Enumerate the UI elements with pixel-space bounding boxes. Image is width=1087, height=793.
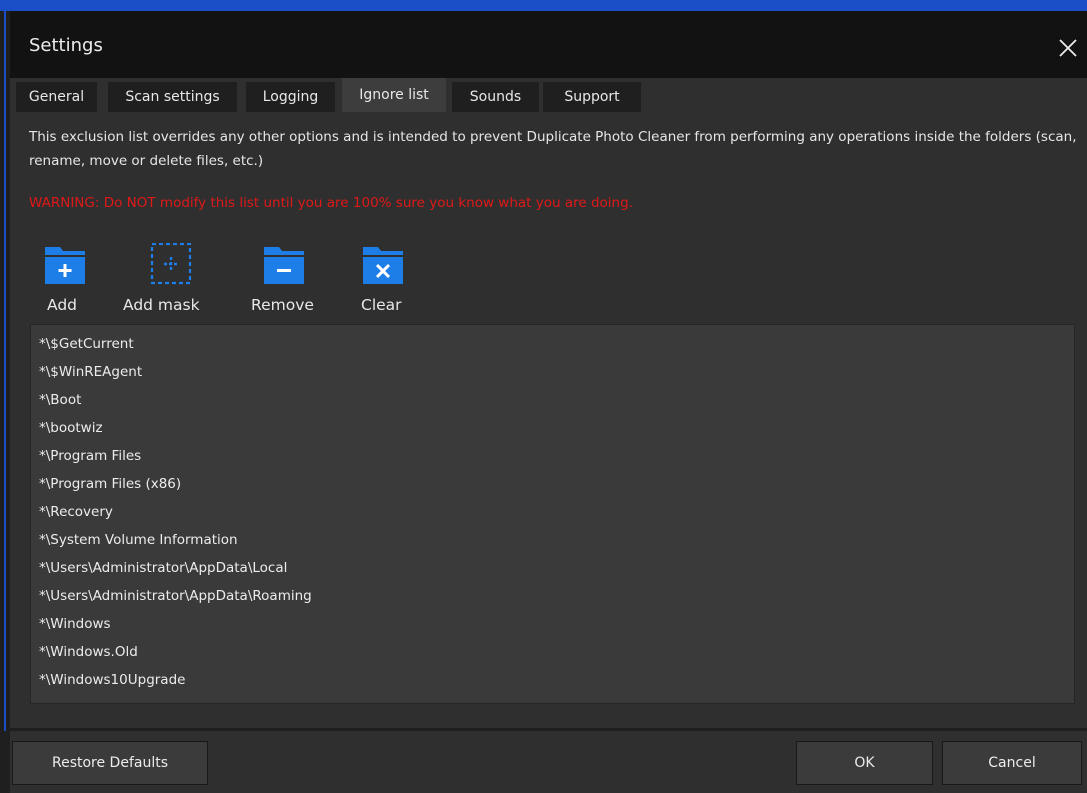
window-title: Settings	[29, 35, 103, 56]
clear-button[interactable]: Clear	[356, 238, 412, 320]
list-item[interactable]: *\$WinREAgent	[39, 363, 142, 381]
remove-button[interactable]: Remove	[248, 238, 328, 320]
folder-add-mask-icon	[150, 243, 192, 285]
ignore-list-description: This exclusion list overrides any other …	[29, 129, 1077, 169]
tab-ignore-list[interactable]: Ignore list	[342, 78, 446, 112]
list-item[interactable]: *\Recovery	[39, 503, 113, 521]
warning-text: WARNING: Do NOT modify this list until y…	[29, 195, 633, 211]
window-left-accent	[4, 11, 6, 731]
settings-tabs: General Scan settings Logging Ignore lis…	[10, 78, 1087, 112]
list-item[interactable]: *\bootwiz	[39, 419, 103, 437]
list-item[interactable]: *\Windows.Old	[39, 643, 138, 661]
footer-divider	[10, 728, 1087, 731]
close-button[interactable]	[1055, 35, 1081, 61]
tab-general[interactable]: General	[16, 82, 97, 112]
window-top-edge	[0, 0, 1087, 11]
add-mask-label: Add mask	[123, 296, 200, 314]
list-item[interactable]: *\System Volume Information	[39, 531, 238, 549]
folder-add-icon	[45, 247, 85, 284]
folder-remove-icon	[264, 247, 304, 284]
cancel-button[interactable]: Cancel	[942, 741, 1082, 785]
title-bar: Settings	[10, 11, 1087, 78]
ok-button[interactable]: OK	[796, 741, 933, 785]
list-item[interactable]: *\$GetCurrent	[39, 335, 134, 353]
clear-label: Clear	[361, 296, 402, 314]
list-item[interactable]: *\Program Files	[39, 447, 141, 465]
tab-sounds[interactable]: Sounds	[452, 82, 539, 112]
list-item[interactable]: *\Program Files (x86)	[39, 475, 181, 493]
list-item[interactable]: *\Users\Administrator\AppData\Local	[39, 559, 287, 577]
list-item[interactable]: *\Users\Administrator\AppData\Roaming	[39, 587, 312, 605]
add-label: Add	[47, 296, 78, 314]
window-left-edge	[0, 11, 10, 793]
tab-logging[interactable]: Logging	[246, 82, 335, 112]
list-item[interactable]: *\Windows10Upgrade	[39, 671, 185, 689]
list-item[interactable]: *\Boot	[39, 391, 81, 409]
folder-clear-icon	[363, 247, 403, 284]
settings-dialog: Settings General Scan settings Logging I…	[10, 11, 1087, 793]
add-button[interactable]: Add	[40, 238, 92, 320]
ignore-list-box[interactable]: *\$GetCurrent *\$WinREAgent *\Boot *\boo…	[30, 324, 1075, 704]
close-icon	[1059, 39, 1077, 57]
tab-scan-settings[interactable]: Scan settings	[108, 82, 237, 112]
add-mask-button[interactable]: Add mask	[120, 238, 220, 320]
list-item[interactable]: *\Windows	[39, 615, 111, 633]
tab-support[interactable]: Support	[543, 82, 641, 112]
restore-defaults-button[interactable]: Restore Defaults	[12, 741, 208, 785]
remove-label: Remove	[251, 296, 314, 314]
